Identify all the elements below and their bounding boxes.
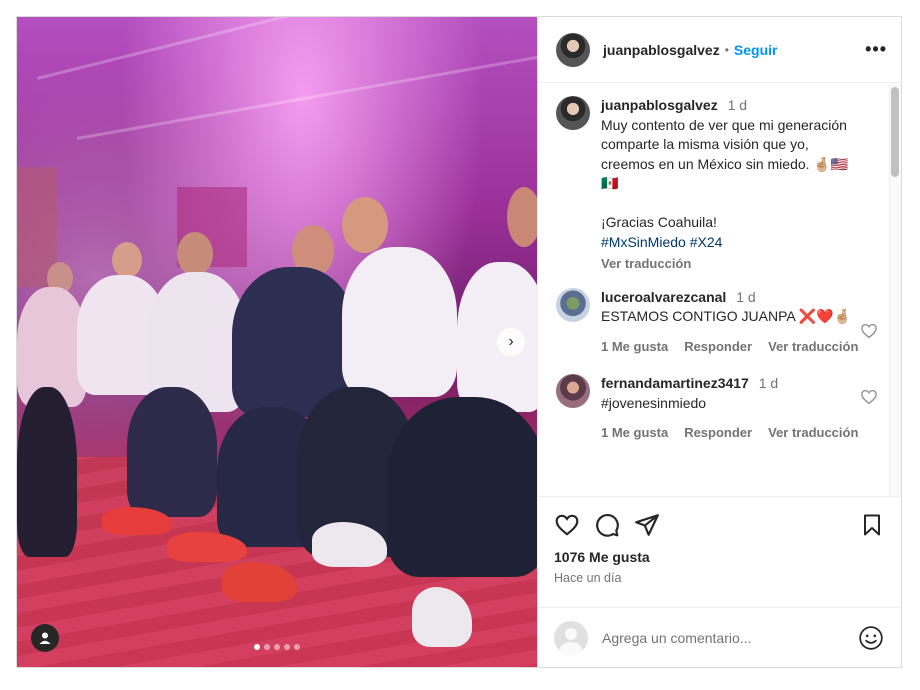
user-icon [39,632,51,644]
carousel-dot [294,644,300,650]
comment-icon[interactable] [594,512,620,538]
caption: juanpablosgalvez 1 d Muy contento de ver… [556,96,884,274]
heart-icon[interactable] [860,388,878,406]
post-header: juanpablosgalvez • Seguir ••• [538,17,901,83]
caption-time[interactable]: 1 d [728,97,747,113]
carousel-dot [254,644,260,650]
comment-time[interactable]: 1 d [736,289,755,305]
follow-button[interactable]: Seguir [734,42,778,58]
avatar[interactable] [556,32,590,67]
next-photo-button[interactable]: › [497,328,525,356]
reply-button[interactable]: Responder [684,423,752,443]
comment-input[interactable] [602,629,858,646]
reply-button[interactable]: Responder [684,337,752,357]
chevron-right-icon: › [508,333,514,350]
avatar[interactable] [556,96,590,130]
current-user-avatar [554,620,588,655]
translate-link[interactable]: Ver traducción [768,423,858,443]
comment-likes[interactable]: 1 Me gusta [601,337,668,357]
emoji-icon[interactable] [858,625,884,651]
add-comment-bar [538,607,900,667]
comment-item: luceroalvarezcanal 1 d ESTAMOS CONTIGO J… [556,287,884,357]
comment-likes[interactable]: 1 Me gusta [601,423,668,443]
post-date[interactable]: Hace un día [554,571,884,585]
heart-icon[interactable] [860,322,878,340]
comment-time[interactable]: 1 d [759,375,778,391]
comment-item: fernandamartinez3417 1 d #jovenesinmiedo… [556,374,884,443]
carousel-dot [284,644,290,650]
post-dialog: › juanpablosgalvez • Seguir ••• juanpabl… [16,16,902,668]
post-actions: 1076 Me gusta Hace un día [538,496,900,585]
like-heart-icon[interactable] [554,512,580,538]
author-username[interactable]: juanpablosgalvez [603,42,720,58]
avatar[interactable] [556,287,590,322]
translate-link[interactable]: Ver traducción [601,254,863,274]
comment-author[interactable]: fernandamartinez3417 [601,375,749,391]
caption-author[interactable]: juanpablosgalvez [601,97,718,113]
separator: • [724,42,729,57]
likes-count[interactable]: 1076 Me gusta [554,549,884,565]
caption-text: Muy contento de ver que mi generación co… [601,116,849,231]
carousel-dot [264,644,270,650]
caption-hashtags[interactable]: #MxSinMiedo #X24 [601,233,863,253]
carousel-indicator [17,644,537,650]
avatar[interactable] [556,374,590,408]
translate-link[interactable]: Ver traducción [768,337,858,357]
comment-author[interactable]: luceroalvarezcanal [601,289,726,305]
ceiling-beam [76,53,537,140]
share-icon[interactable] [634,512,660,538]
comment-text: ESTAMOS CONTIGO JUANPA ❌❤️🤞🏼 [601,308,852,324]
carousel-dot [274,644,280,650]
comment-text[interactable]: #jovenesinmiedo [601,394,863,414]
post-photo[interactable]: › [17,17,537,667]
post-side-panel: juanpablosgalvez • Seguir ••• juanpablos… [537,17,901,667]
bookmark-icon[interactable] [860,512,884,538]
more-options-icon[interactable]: ••• [865,39,887,60]
comments-list: juanpablosgalvez 1 d Muy contento de ver… [538,84,900,496]
